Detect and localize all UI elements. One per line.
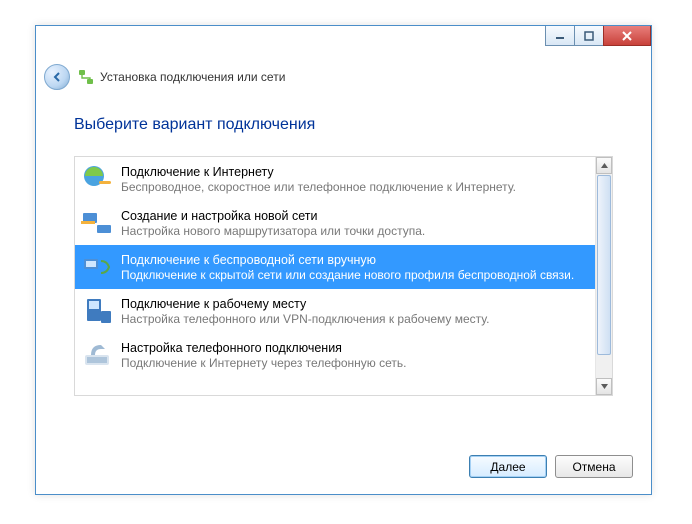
connection-option[interactable]: Настройка телефонного подключенияПодключ… [75, 333, 595, 377]
option-title: Подключение к беспроводной сети вручную [121, 252, 574, 268]
option-title: Создание и настройка новой сети [121, 208, 425, 224]
option-texts: Подключение к ИнтернетуБеспроводное, ско… [121, 163, 516, 195]
next-button[interactable]: Далее [469, 455, 547, 478]
option-icon [81, 163, 113, 195]
page-title: Выберите вариант подключения [74, 116, 613, 134]
option-title: Подключение к рабочему месту [121, 296, 489, 312]
cancel-button[interactable]: Отмена [555, 455, 633, 478]
option-texts: Создание и настройка новой сетиНастройка… [121, 207, 425, 239]
option-description: Настройка нового маршрутизатора или точк… [121, 224, 425, 239]
wizard-content: Выберите вариант подключения Подключение… [74, 116, 613, 434]
option-title: Подключение к Интернету [121, 164, 516, 180]
connection-option[interactable]: Подключение к ИнтернетуБеспроводное, ско… [75, 157, 595, 201]
option-description: Подключение к Интернету через телефонную… [121, 356, 407, 371]
option-title: Настройка телефонного подключения [121, 340, 407, 356]
minimize-button[interactable] [545, 26, 575, 46]
option-description: Беспроводное, скоростное или телефонное … [121, 180, 516, 195]
wizard-footer: Далее Отмена [469, 455, 633, 478]
wizard-header: Установка подключения или сети [44, 64, 285, 90]
connection-options-list: Подключение к ИнтернетуБеспроводное, ско… [74, 156, 613, 396]
option-description: Подключение к скрытой сети или создание … [121, 268, 574, 283]
back-button[interactable] [44, 64, 70, 90]
option-icon [81, 295, 113, 327]
connection-option[interactable]: Подключение к беспроводной сети вручнуюП… [75, 245, 595, 289]
option-texts: Настройка телефонного подключенияПодключ… [121, 339, 407, 371]
close-button[interactable] [603, 26, 651, 46]
connection-option[interactable]: Создание и настройка новой сетиНастройка… [75, 201, 595, 245]
option-description: Настройка телефонного или VPN-подключени… [121, 312, 489, 327]
option-texts: Подключение к беспроводной сети вручнуюП… [121, 251, 574, 283]
scroll-down-button[interactable] [596, 378, 612, 395]
scroll-up-button[interactable] [596, 157, 612, 174]
option-icon [81, 251, 113, 283]
scroll-thumb[interactable] [597, 175, 611, 355]
network-wizard-icon [78, 69, 94, 85]
connection-option[interactable]: Подключение к рабочему местуНастройка те… [75, 289, 595, 333]
option-texts: Подключение к рабочему местуНастройка те… [121, 295, 489, 327]
option-icon [81, 207, 113, 239]
option-icon [81, 339, 113, 371]
scrollbar[interactable] [595, 157, 612, 395]
wizard-header-title: Установка подключения или сети [100, 70, 285, 84]
wizard-window: Установка подключения или сети Выберите … [35, 25, 652, 495]
maximize-button[interactable] [574, 26, 604, 46]
titlebar-controls [546, 26, 651, 46]
